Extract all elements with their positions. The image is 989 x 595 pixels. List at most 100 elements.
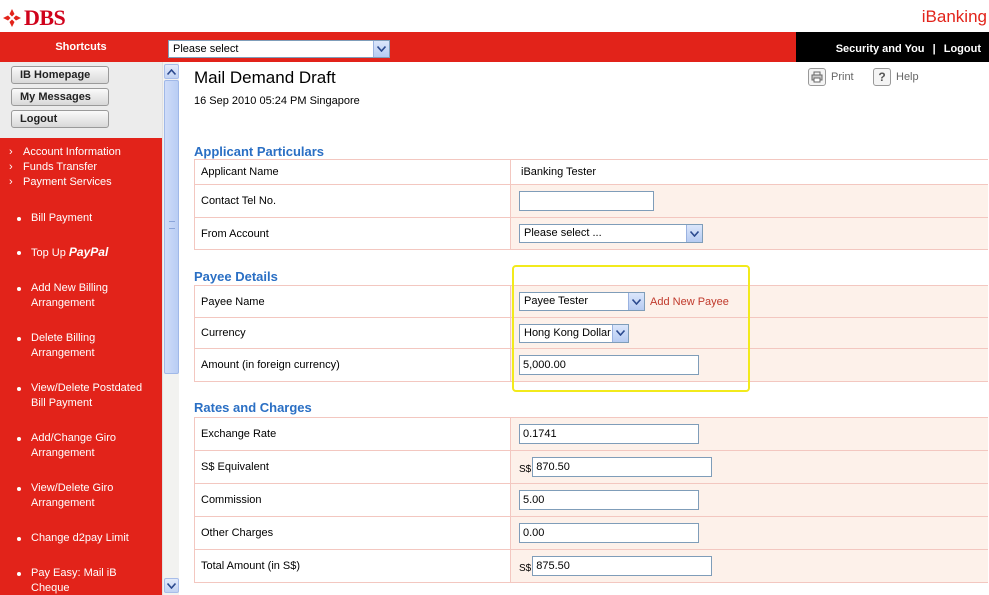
other-charges-label: Other Charges <box>194 517 511 549</box>
currency-label: Currency <box>194 318 511 348</box>
payee-name-select[interactable]: Payee Tester <box>519 292 645 311</box>
printer-icon <box>808 68 826 86</box>
currency-select[interactable]: Hong Kong Dollar <box>519 323 629 343</box>
sidebar-item-delete-billing[interactable]: Delete Billing Arrangement <box>17 331 127 361</box>
sidebar-menu: › Account Information › Funds Transfer › Pa… <box>0 138 162 595</box>
sidebar-item-account-information[interactable]: › Account Information <box>9 146 121 158</box>
payee-name-row: Payee Name Payee Tester Add New Payee <box>194 286 988 318</box>
other-charges-input: 0.00 <box>519 523 699 543</box>
chevron-right-icon: › <box>9 176 13 188</box>
payee-section-title: Payee Details <box>194 269 278 284</box>
sidebar-item-view-giro[interactable]: View/Delete Giro Arrangement <box>17 481 127 511</box>
dbs-star-icon <box>2 8 22 28</box>
bullet-icon <box>17 487 21 491</box>
top-header: DBS iBanking <box>0 0 989 32</box>
total-amount-row: Total Amount (in S$) S$ 875.50 <box>194 550 988 583</box>
print-button[interactable]: Print <box>808 68 854 86</box>
applicant-table: Applicant Name iBanking Tester Contact T… <box>194 159 988 250</box>
nav-bar: Shortcuts Please select Security and You… <box>0 32 989 62</box>
help-icon: ? <box>873 68 891 86</box>
sidebar-item-add-giro[interactable]: Add/Change Giro Arrangement <box>17 431 127 461</box>
from-account-row: From Account Please select ... <box>194 218 988 250</box>
commission-row: Commission 5.00 <box>194 484 988 517</box>
bullet-icon <box>17 387 21 391</box>
security-link[interactable]: Security and You <box>836 43 925 55</box>
exchange-rate-label: Exchange Rate <box>194 418 511 450</box>
sidebar-buttons: IB Homepage My Messages Logout <box>0 62 162 138</box>
page-datetime: 16 Sep 2010 05:24 PM Singapore <box>194 95 360 107</box>
from-account-label: From Account <box>194 218 511 249</box>
commission-label: Commission <box>194 484 511 516</box>
shortcuts-select-value: Please select <box>173 43 239 55</box>
contact-tel-row: Contact Tel No. <box>194 185 988 218</box>
amount-row: Amount (in foreign currency) 5,000.00 <box>194 349 988 382</box>
rates-section-title: Rates and Charges <box>194 400 312 415</box>
page-title: Mail Demand Draft <box>194 68 336 87</box>
chevron-down-icon[interactable] <box>686 225 702 242</box>
currency-row: Currency Hong Kong Dollar <box>194 318 988 349</box>
sidebar-item-pay-easy[interactable]: Pay Easy: Mail iB Cheque <box>17 566 127 595</box>
chevron-down-icon[interactable] <box>628 293 644 310</box>
help-button[interactable]: ? Help <box>873 68 919 86</box>
logout-link[interactable]: Logout <box>944 43 981 55</box>
applicant-name-row: Applicant Name iBanking Tester <box>194 160 988 185</box>
contact-tel-input[interactable] <box>519 191 654 211</box>
exchange-rate-input: 0.1741 <box>519 424 699 444</box>
scroll-down-icon[interactable] <box>164 578 179 593</box>
bullet-icon <box>17 537 21 541</box>
bullet-icon <box>17 337 21 341</box>
paypal-logo: PayPal <box>68 245 109 259</box>
product-name: iBanking <box>921 7 987 26</box>
shortcuts-label: Shortcuts <box>55 41 107 53</box>
sgd-equivalent-row: S$ Equivalent S$ 870.50 <box>194 451 988 484</box>
sidebar-item-top-up[interactable]: Top Up PayPal <box>17 245 151 261</box>
bullet-icon <box>17 251 21 255</box>
applicant-section-title: Applicant Particulars <box>194 144 325 159</box>
sidebar-item-postdated-bill[interactable]: View/Delete Postdated Bill Payment <box>17 381 151 411</box>
total-amount-input: 875.50 <box>532 556 713 576</box>
contact-tel-label: Contact Tel No. <box>194 185 511 217</box>
dbs-logo: DBS <box>2 5 66 31</box>
applicant-name-label: Applicant Name <box>194 160 511 184</box>
shortcuts-select[interactable]: Please select <box>168 40 390 58</box>
commission-input: 5.00 <box>519 490 699 510</box>
ib-homepage-button[interactable]: IB Homepage <box>11 66 109 84</box>
sidebar: IB Homepage My Messages Logout › Account … <box>0 62 162 595</box>
sidebar-item-add-billing[interactable]: Add New Billing Arrangement <box>17 281 127 311</box>
payee-name-label: Payee Name <box>194 286 511 317</box>
amount-label: Amount (in foreign currency) <box>194 349 511 381</box>
my-messages-button[interactable]: My Messages <box>11 88 109 106</box>
bullet-icon <box>17 572 21 576</box>
sidebar-logout-button[interactable]: Logout <box>11 110 109 128</box>
chevron-right-icon: › <box>9 161 13 173</box>
add-new-payee-link[interactable]: Add New Payee <box>650 296 729 308</box>
currency-prefix: S$ <box>519 463 532 475</box>
rates-table: Exchange Rate 0.1741 S$ Equivalent S$ 870… <box>194 417 988 583</box>
other-charges-row: Other Charges 0.00 <box>194 517 988 550</box>
logo-text: DBS <box>24 5 66 30</box>
sidebar-item-d2pay-limit[interactable]: Change d2pay Limit <box>17 531 151 546</box>
sidebar-scrollbar[interactable] <box>162 62 179 595</box>
scroll-thumb[interactable] <box>164 80 179 374</box>
scroll-up-icon[interactable] <box>164 64 179 79</box>
bullet-icon <box>17 437 21 441</box>
bullet-icon <box>17 287 21 291</box>
sgd-equivalent-label: S$ Equivalent <box>194 451 511 483</box>
payee-table: Payee Name Payee Tester Add New Payee Cu… <box>194 285 988 382</box>
chevron-right-icon: › <box>9 146 13 158</box>
main-content: Mail Demand Draft 16 Sep 2010 05:24 PM S… <box>180 62 989 595</box>
chevron-down-icon[interactable] <box>373 41 389 57</box>
separator: | <box>932 43 936 55</box>
security-bar: Security and You | Logout <box>796 32 989 62</box>
sidebar-item-bill-payment[interactable]: Bill Payment <box>17 211 151 226</box>
amount-input[interactable]: 5,000.00 <box>519 355 699 375</box>
sidebar-item-payment-services[interactable]: › Payment Services <box>9 176 112 188</box>
sidebar-item-funds-transfer[interactable]: › Funds Transfer <box>9 161 97 173</box>
exchange-rate-row: Exchange Rate 0.1741 <box>194 418 988 451</box>
applicant-name-value: iBanking Tester <box>511 160 988 184</box>
currency-prefix: S$ <box>519 562 532 574</box>
sgd-equivalent-input: 870.50 <box>532 457 713 477</box>
from-account-select[interactable]: Please select ... <box>519 224 703 243</box>
chevron-down-icon[interactable] <box>612 324 628 342</box>
total-amount-label: Total Amount (in S$) <box>194 550 511 582</box>
